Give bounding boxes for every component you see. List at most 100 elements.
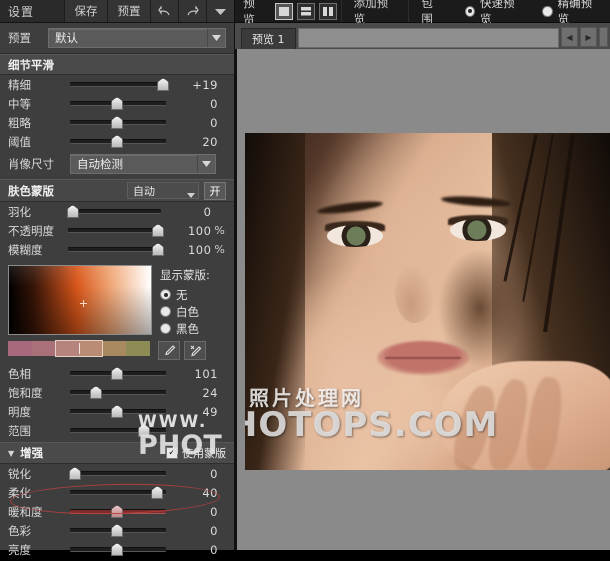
radio-white-icon[interactable]: [160, 306, 171, 317]
settings-panel: 设置 保存 预置 预置 默认 细节平滑 精细 +19 中等 0 粗略 0 阈值 …: [0, 0, 235, 557]
slider-knob-warmth[interactable]: [111, 505, 124, 518]
radio-option-none[interactable]: 无: [160, 286, 210, 303]
slider-value-warmth[interactable]: 0: [166, 505, 218, 519]
slider-track-warmth[interactable]: [70, 505, 166, 518]
enhance-section-title: 增强: [20, 446, 44, 460]
slider-track-blur[interactable]: [67, 243, 165, 256]
slider-row-blur: 模糊度 100 %: [0, 240, 234, 259]
photo-eye-left: [327, 225, 383, 247]
slider-knob-threshold[interactable]: [111, 135, 124, 148]
slider-track-threshold[interactable]: [70, 135, 166, 148]
slider-value-tint[interactable]: 0: [166, 524, 218, 538]
radio-option-black[interactable]: 黑色: [160, 320, 210, 337]
save-button[interactable]: 保存: [64, 0, 107, 22]
skinmask-header-controls: 自动 开: [127, 181, 226, 200]
skinmask-toggle-button[interactable]: 开: [204, 181, 226, 200]
preview-tab-1[interactable]: 预览 1: [241, 28, 296, 49]
undo-icon[interactable]: [150, 0, 178, 22]
accurate-preview-radio-icon[interactable]: [542, 5, 553, 17]
skinmask-mode-chevron-down-icon[interactable]: [187, 187, 195, 201]
portrait-size-chevron-down-icon[interactable]: [197, 155, 215, 173]
slider-track-coarse[interactable]: [70, 116, 166, 129]
slider-unit-blur: %: [214, 243, 225, 256]
slider-row-threshold: 阈值 20: [0, 132, 234, 151]
slider-knob-hue[interactable]: [111, 367, 124, 380]
color-gradient-field[interactable]: [8, 265, 152, 335]
slider-knob-coarse[interactable]: [111, 116, 124, 129]
slider-knob-saturation[interactable]: [89, 386, 102, 399]
slider-unit-opacity: %: [214, 224, 225, 237]
split-horizontal-icon[interactable]: [296, 2, 315, 20]
slider-knob-sharpen[interactable]: [68, 467, 81, 480]
slider-value-soften[interactable]: 40: [166, 486, 218, 500]
slider-track-opacity[interactable]: [67, 224, 165, 237]
preset-chevron-down-icon[interactable]: [207, 29, 225, 47]
skinmask-section-header[interactable]: 肤色蒙版 自动 开: [0, 179, 234, 202]
quick-preview-radio-icon[interactable]: [464, 5, 475, 17]
slider-row-coarse: 粗略 0: [0, 113, 234, 132]
eyedropper-icon[interactable]: [158, 341, 180, 360]
slider-value-saturation[interactable]: 24: [166, 386, 218, 400]
portrait-photo[interactable]: 照片处理网 PHOTOPS.COM: [245, 133, 610, 470]
slider-track-fine[interactable]: [70, 78, 170, 91]
slider-track-medium[interactable]: [70, 97, 166, 110]
slider-track-sharpen[interactable]: [68, 467, 166, 480]
single-view-icon[interactable]: [275, 2, 293, 20]
split-vertical-icon[interactable]: [318, 2, 337, 20]
skinmask-mode-select[interactable]: 自动: [127, 182, 199, 199]
slider-value-blur[interactable]: 100: [161, 243, 212, 257]
track-bar: [70, 82, 166, 87]
slider-value-hue[interactable]: 101: [166, 367, 218, 381]
preset-button[interactable]: 预置: [107, 0, 150, 22]
hue-range-selection[interactable]: [55, 340, 103, 357]
settings-title: 设置: [8, 4, 35, 19]
bracket-button[interactable]: 包围: [408, 0, 454, 26]
photo-nose: [395, 263, 435, 323]
detail-section-header[interactable]: 细节平滑: [0, 54, 234, 75]
eyedropper-plus-icon[interactable]: [184, 341, 206, 360]
redo-icon[interactable]: [178, 0, 206, 22]
settings-menu-chevron-down-icon[interactable]: [206, 0, 234, 22]
photo-eye-right: [450, 219, 506, 241]
slider-knob-medium[interactable]: [111, 97, 124, 110]
preview-canvas[interactable]: 照片处理网 PHOTOPS.COM: [235, 49, 610, 550]
slider-knob-tint[interactable]: [111, 524, 124, 537]
color-picker-crosshair-icon: [79, 300, 87, 308]
watermark-line4: PHOT: [138, 430, 222, 461]
slider-track-hue[interactable]: [70, 367, 166, 380]
radio-none-icon[interactable]: [160, 289, 171, 300]
preset-label: 预置: [8, 31, 31, 45]
tab-overflow-icon[interactable]: [599, 27, 608, 47]
slider-knob-lightness[interactable]: [111, 405, 124, 418]
slider-track-feather[interactable]: [66, 205, 161, 218]
slider-track-soften[interactable]: [70, 486, 166, 499]
slider-knob-feather[interactable]: [66, 205, 79, 218]
slider-value-sharpen[interactable]: 0: [166, 467, 218, 481]
portrait-size-label: 肖像尺寸: [8, 157, 54, 171]
enhance-collapse-caret-down-icon[interactable]: ▼: [8, 449, 14, 458]
slider-track-tint[interactable]: [70, 524, 166, 537]
slider-knob-soften[interactable]: [151, 486, 164, 499]
slider-track-saturation[interactable]: [70, 386, 166, 399]
slider-value-coarse[interactable]: 0: [166, 116, 218, 130]
preset-select[interactable]: 默认: [48, 28, 226, 48]
slider-value-fine[interactable]: +19: [166, 78, 218, 92]
slider-row-warmth: 暖和度 0: [0, 502, 234, 521]
slider-value-feather[interactable]: 0: [161, 205, 212, 219]
hue-range-strip[interactable]: [8, 340, 151, 357]
tab-prev-left-arrow-icon[interactable]: ◀: [561, 27, 578, 47]
radio-black-icon[interactable]: [160, 323, 171, 334]
radio-label-white: 白色: [176, 304, 199, 319]
slider-value-opacity[interactable]: 100: [161, 224, 212, 238]
slider-value-medium[interactable]: 0: [166, 97, 218, 111]
tab-next-right-arrow-icon[interactable]: ▶: [580, 27, 597, 47]
add-preview-button[interactable]: 添加预览: [340, 0, 409, 26]
show-mask-options: 显示蒙版: 无 白色 黑色: [160, 265, 210, 337]
radio-option-white[interactable]: 白色: [160, 303, 210, 320]
hue-range-tick: [79, 343, 80, 354]
detail-section-title: 细节平滑: [8, 57, 54, 72]
portrait-size-select[interactable]: 自动检测: [70, 154, 216, 174]
radio-label-black: 黑色: [176, 321, 199, 336]
portrait-size-value: 自动检测: [77, 157, 123, 171]
slider-value-threshold[interactable]: 20: [166, 135, 218, 149]
